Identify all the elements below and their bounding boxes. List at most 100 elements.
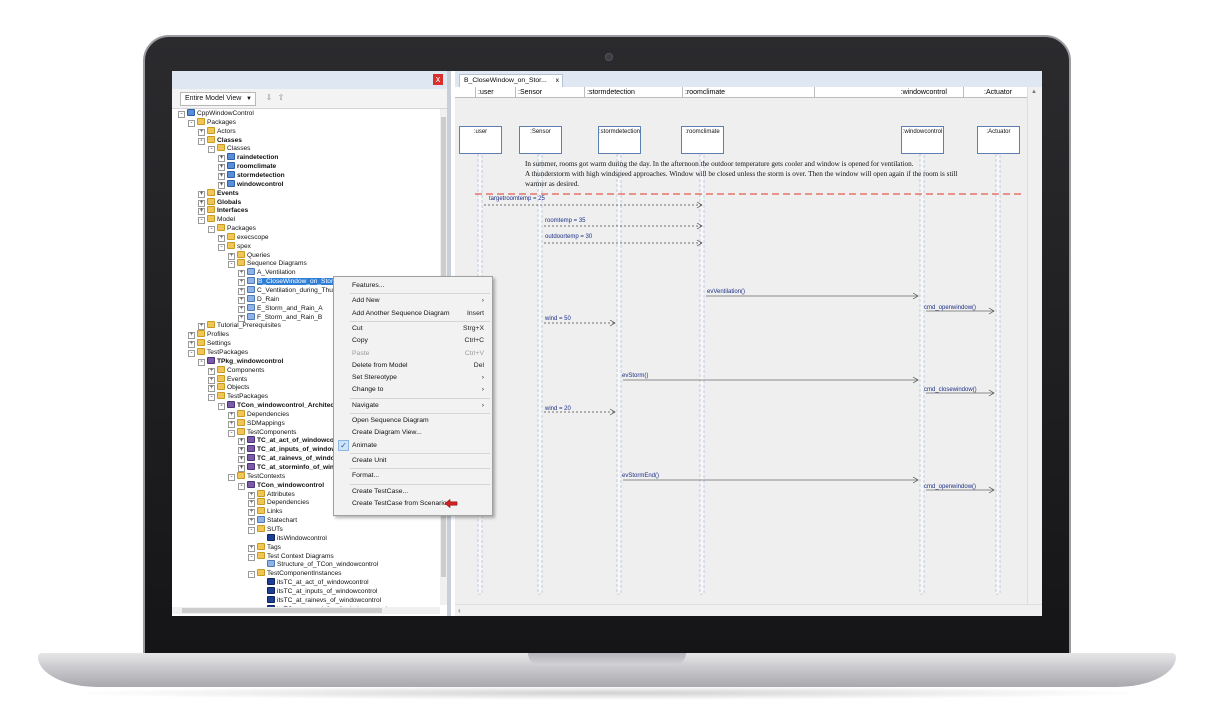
tree-item[interactable]: + windowcontrol: [218, 179, 284, 189]
menu-item[interactable]: Navigate ›: [334, 400, 492, 411]
diagram-vertical-scrollbar[interactable]: ▲: [1027, 87, 1042, 604]
tree-item[interactable]: - SUTs: [248, 524, 283, 534]
tree-item[interactable]: + Actors: [198, 126, 236, 136]
tree-item[interactable]: + Attributes: [248, 489, 295, 499]
message-label[interactable]: cmd_closewindow(): [924, 387, 977, 393]
menu-item[interactable]: Add Another Sequence Diagram Insert: [334, 308, 492, 319]
collapse-icon[interactable]: -: [228, 261, 235, 269]
menu-item[interactable]: Cut Strg+X: [334, 323, 492, 334]
tree-item[interactable]: - Model: [198, 215, 235, 225]
tree-item[interactable]: + Objects: [208, 383, 249, 393]
lifeline-box-user[interactable]: :user: [459, 126, 502, 154]
menu-item[interactable]: Copy Ctrl+C: [334, 335, 492, 346]
tree-item[interactable]: - TCon_windowcontrol_Architect: [218, 401, 336, 411]
message-label[interactable]: roomtemp = 35: [545, 218, 586, 224]
tree-item[interactable]: - Sequence Diagrams: [228, 259, 307, 269]
tree-item[interactable]: - spex: [218, 241, 251, 251]
tree-item[interactable]: + Tags: [248, 542, 281, 552]
tree-item[interactable]: + D_Rain: [238, 294, 279, 304]
collapse-icon[interactable]: -: [198, 358, 205, 366]
menu-item[interactable]: Format...: [334, 470, 492, 481]
diagram-horizontal-scrollbar[interactable]: ‹: [455, 604, 1042, 616]
message-label[interactable]: targetroomtemp = 25: [489, 196, 545, 202]
tree-item[interactable]: + Statechart: [248, 516, 297, 526]
tree-item[interactable]: itsTC_at_rainevs_of_windowcontrol: [258, 595, 381, 605]
message-label[interactable]: evStormEnd(): [622, 473, 659, 479]
tree-item[interactable]: + TC_at_inputs_of_window: [238, 445, 337, 455]
collapse-icon[interactable]: -: [228, 429, 235, 437]
collapse-icon[interactable]: -: [228, 473, 235, 481]
collapse-icon[interactable]: -: [248, 526, 255, 534]
menu-item[interactable]: ✓ Animate: [334, 439, 492, 451]
collapse-icon[interactable]: -: [238, 482, 245, 490]
move-down-icon[interactable]: ⇩: [264, 92, 274, 104]
move-up-icon[interactable]: ⇧: [276, 92, 286, 104]
collapse-icon[interactable]: -: [218, 403, 225, 411]
sequence-diagram-canvas[interactable]: :user :Sensor :stormdetection :roomclima…: [455, 98, 1027, 604]
tree-item[interactable]: + A_Ventilation: [238, 268, 296, 278]
collapse-icon[interactable]: -: [188, 119, 195, 127]
browser-close-button[interactable]: x: [433, 74, 443, 85]
browser-horizontal-scrollbar[interactable]: [172, 607, 440, 614]
tree-item[interactable]: + TC_at_rainevs_of_windo: [238, 454, 335, 464]
tree-item[interactable]: - TestComponentInstances: [248, 569, 341, 579]
collapse-icon[interactable]: -: [208, 146, 215, 154]
menu-item[interactable]: Open Sequence Diagram: [334, 415, 492, 426]
tree-item[interactable]: + Dependencies: [228, 409, 289, 419]
tree-item[interactable]: + Events: [198, 188, 239, 198]
tab-b-closewindow-on-storm[interactable]: B_CloseWindow_on_Stor... x: [459, 74, 563, 87]
tree-item[interactable]: - CppWindowControl: [178, 109, 254, 118]
message-label[interactable]: cmd_openwindow(): [924, 484, 976, 490]
tree-item[interactable]: - Test Context Diagrams: [248, 551, 334, 561]
tree-item[interactable]: - TestContexts: [228, 471, 285, 481]
tree-item[interactable]: Structure_of_TCon_windowcontrol: [258, 560, 378, 569]
tree-item[interactable]: + stormdetection: [218, 170, 285, 180]
message-label[interactable]: cmd_openwindow(): [924, 305, 976, 311]
menu-item[interactable]: Create TestCase...: [334, 486, 492, 497]
menu-item[interactable]: Add New ›: [334, 295, 492, 306]
scroll-up-icon[interactable]: ▲: [1031, 89, 1037, 95]
tree-item[interactable]: + C_Ventilation_during_Thu: [238, 286, 333, 295]
collapse-icon[interactable]: -: [248, 571, 255, 579]
tree-item[interactable]: + Tutorial_Prerequisites: [198, 321, 281, 331]
menu-item[interactable]: Delete from Model Del: [334, 360, 492, 371]
tree-item[interactable]: + Globals: [198, 197, 241, 207]
message-label[interactable]: evVentilation(): [707, 289, 745, 295]
lifeline-box-sensor[interactable]: :Sensor: [519, 126, 562, 154]
message-label[interactable]: wind = 50: [545, 316, 571, 322]
collapse-icon[interactable]: -: [178, 111, 185, 118]
tree-item[interactable]: - Classes: [208, 144, 250, 154]
tree-item[interactable]: + roomclimate: [218, 162, 276, 172]
message-label[interactable]: outdoortemp = 30: [545, 234, 592, 240]
scroll-left-icon[interactable]: ‹: [458, 606, 461, 615]
collapse-icon[interactable]: -: [248, 553, 255, 561]
menu-item[interactable]: Set Stereotype ›: [334, 372, 492, 383]
diagram-note[interactable]: In summer, rooms got warm during the day…: [525, 159, 1025, 189]
menu-item[interactable]: Change to ›: [334, 384, 492, 395]
tree-item[interactable]: - TestComponents: [228, 427, 296, 437]
close-icon[interactable]: x: [556, 75, 559, 87]
tree-item[interactable]: - Classes: [198, 135, 242, 145]
tree-item[interactable]: + Settings: [188, 339, 231, 349]
message-label[interactable]: wind = 20: [545, 406, 571, 412]
tree-item[interactable]: - TCon_windowcontrol: [238, 480, 324, 490]
tree-item[interactable]: + Queries: [228, 250, 270, 260]
message-label[interactable]: evStorm(): [622, 373, 648, 379]
tree-item[interactable]: - TestPackages: [208, 392, 268, 402]
tree-item[interactable]: itsTC_at_act_of_windowcontrol: [258, 578, 369, 587]
collapse-icon[interactable]: -: [208, 394, 215, 402]
lifeline-box-actuator[interactable]: :Actuator: [977, 126, 1020, 154]
tree-item[interactable]: - Packages: [188, 117, 236, 127]
tree-item[interactable]: + SDMappings: [228, 418, 285, 428]
tree-item[interactable]: + F_Storm_and_Rain_B: [238, 312, 322, 322]
tree-item[interactable]: + B_CloseWindow_on_Storm: [238, 277, 340, 287]
collapse-icon[interactable]: -: [218, 243, 225, 251]
collapse-icon[interactable]: -: [198, 137, 205, 145]
tree-item[interactable]: - Packages: [208, 224, 256, 234]
tree-item[interactable]: - TestPackages: [188, 347, 248, 357]
lifeline-box-stormdetection[interactable]: :stormdetection: [598, 126, 641, 154]
model-view-select[interactable]: Entire Model View ▼: [180, 92, 256, 106]
tree-item[interactable]: + TC_at_storminfo_of_wind: [238, 463, 338, 472]
tree-item[interactable]: itsWindowcontrol: [258, 533, 327, 543]
tree-item[interactable]: + TC_at_act_of_windowcon: [238, 436, 338, 446]
